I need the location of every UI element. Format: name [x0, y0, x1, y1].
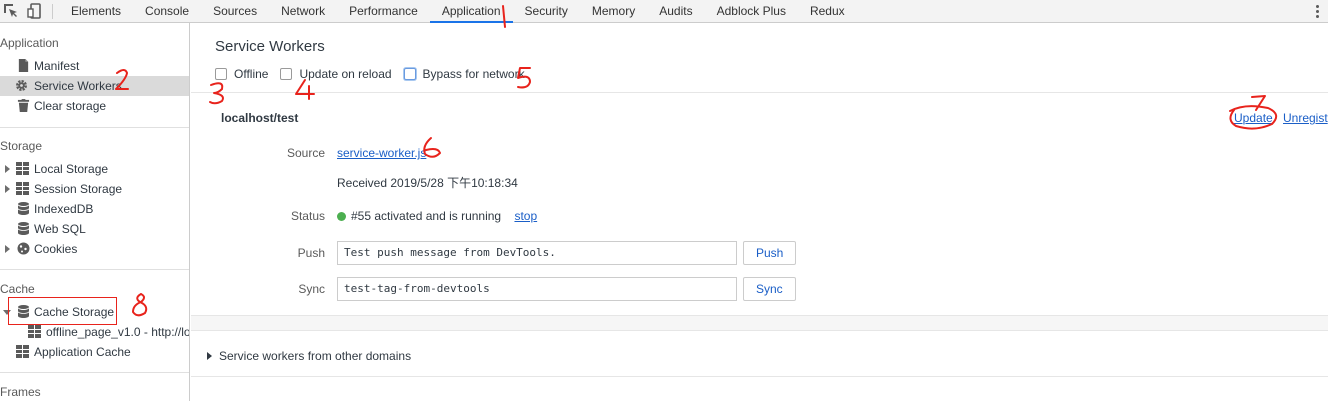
- sync-label: Sync: [298, 282, 325, 296]
- sidebar-item-label: Web SQL: [34, 222, 86, 236]
- cookie-icon: [17, 242, 30, 255]
- expand-arrow-icon[interactable]: [5, 245, 10, 253]
- page-title: Service Workers: [215, 38, 325, 55]
- tab-network[interactable]: Network: [269, 0, 337, 23]
- sidebar-item-local-storage[interactable]: Local Storage: [0, 159, 189, 179]
- checkbox-box[interactable]: [403, 68, 416, 80]
- sidebar-item-cookies[interactable]: Cookies: [0, 239, 189, 259]
- checkbox-label: Bypass for network: [422, 67, 525, 81]
- received-timestamp: Received 2019/5/28 下午10:18:34: [337, 176, 518, 190]
- status-label: Status: [290, 209, 325, 223]
- device-toolbar-icon[interactable]: [27, 3, 43, 19]
- expand-arrow-icon[interactable]: [5, 165, 10, 173]
- source-file-link[interactable]: service-worker.js: [337, 146, 426, 160]
- tab-console[interactable]: Console: [133, 0, 201, 23]
- sidebar-item-application-cache[interactable]: Application Cache: [0, 342, 189, 362]
- divider: [0, 372, 189, 373]
- tab-elements[interactable]: Elements: [59, 0, 133, 23]
- section-title-cache: Cache: [0, 282, 35, 296]
- sidebar-item-manifest[interactable]: Manifest: [0, 56, 189, 76]
- database-icon: [18, 222, 29, 235]
- unregister-link[interactable]: Unregist: [1283, 111, 1328, 125]
- tab-performance[interactable]: Performance: [337, 0, 430, 23]
- status-row: #55 activated and is running stop: [337, 209, 537, 223]
- document-icon: [18, 59, 29, 72]
- sidebar-item-web-sql[interactable]: Web SQL: [0, 219, 189, 239]
- expand-arrow-icon[interactable]: [207, 352, 212, 360]
- other-domains-toggle[interactable]: Service workers from other domains: [207, 349, 411, 363]
- tab-memory[interactable]: Memory: [580, 0, 647, 23]
- toolbar-divider: [52, 4, 53, 19]
- section-title-frames: Frames: [0, 385, 41, 399]
- other-domains-label: Service workers from other domains: [219, 349, 412, 363]
- source-label: Source: [286, 146, 325, 160]
- more-options-icon[interactable]: [1314, 4, 1320, 20]
- status-text: #55 activated and is running: [351, 209, 502, 223]
- devtools-tab-bar: Elements Console Sources Network Perform…: [0, 0, 1328, 23]
- status-indicator-icon: [337, 212, 346, 221]
- sidebar-item-service-workers[interactable]: Service Workers: [0, 76, 189, 96]
- sidebar-item-clear-storage[interactable]: Clear storage: [0, 96, 189, 116]
- sync-button[interactable]: Sync: [743, 277, 796, 301]
- sidebar-item-label: Service Workers: [34, 79, 122, 93]
- section-title-storage: Storage: [0, 139, 43, 153]
- application-sidebar: Application Manifest Service Workers Cle…: [0, 23, 190, 401]
- push-input[interactable]: Test push message from DevTools.: [337, 241, 737, 265]
- divider: [191, 376, 1328, 377]
- tab-application[interactable]: Application: [429, 0, 513, 23]
- trash-icon: [17, 99, 30, 112]
- sidebar-item-label: Application Cache: [34, 345, 131, 359]
- inspect-icon[interactable]: [3, 3, 19, 19]
- divider: [191, 92, 1328, 93]
- divider: [0, 269, 189, 270]
- service-workers-panel: Service Workers Offline Update on reload…: [191, 23, 1328, 401]
- section-separator: [191, 315, 1328, 331]
- source-row: service-worker.js: [337, 146, 426, 160]
- sidebar-item-offline-page-cache[interactable]: offline_page_v1.0 - http://lo: [0, 322, 190, 342]
- tab-audits[interactable]: Audits: [647, 0, 704, 23]
- push-button[interactable]: Push: [743, 241, 797, 265]
- annotation-highlight-box: [8, 297, 117, 325]
- tab-sources[interactable]: Sources: [201, 0, 269, 23]
- sidebar-item-label: Cookies: [34, 242, 78, 256]
- sidebar-item-indexeddb[interactable]: IndexedDB: [0, 199, 189, 219]
- sidebar-item-label: Session Storage: [34, 182, 123, 196]
- gear-icon: [16, 80, 27, 91]
- sidebar-item-label: Manifest: [34, 59, 80, 73]
- checkbox-box[interactable]: [215, 68, 227, 80]
- bypass-for-network-checkbox[interactable]: Bypass for network: [403, 67, 525, 81]
- checkbox-label: Update on reload: [299, 67, 392, 81]
- checkbox-label: Offline: [234, 67, 269, 81]
- checkbox-box[interactable]: [280, 68, 293, 80]
- tab-adblock-plus[interactable]: Adblock Plus: [705, 0, 798, 23]
- sidebar-item-label: Clear storage: [34, 99, 107, 113]
- update-link[interactable]: Update: [1234, 111, 1273, 125]
- tab-security[interactable]: Security: [513, 0, 580, 23]
- offline-checkbox[interactable]: Offline: [215, 67, 268, 81]
- grid-icon: [16, 162, 29, 175]
- grid-icon: [16, 182, 29, 195]
- update-on-reload-checkbox[interactable]: Update on reload: [280, 67, 392, 81]
- tab-redux[interactable]: Redux: [798, 0, 857, 23]
- sync-input[interactable]: test-tag-from-devtools: [337, 277, 737, 301]
- sidebar-item-label: offline_page_v1.0 - http://lo: [46, 325, 190, 339]
- sidebar-item-session-storage[interactable]: Session Storage: [0, 179, 189, 199]
- sidebar-item-label: IndexedDB: [34, 202, 94, 216]
- expand-arrow-icon[interactable]: [5, 185, 10, 193]
- stop-link[interactable]: stop: [514, 209, 537, 223]
- push-label: Push: [297, 246, 325, 260]
- grid-icon: [28, 325, 41, 338]
- divider: [0, 127, 189, 128]
- database-icon: [18, 202, 29, 215]
- sidebar-item-label: Local Storage: [34, 162, 109, 176]
- section-title-application: Application: [0, 36, 59, 50]
- worker-scope: localhost/test: [221, 111, 299, 125]
- grid-icon: [16, 345, 29, 358]
- options-row: Offline Update on reload Bypass for netw…: [215, 66, 537, 82]
- tab-strip: Elements Console Sources Network Perform…: [59, 0, 857, 23]
